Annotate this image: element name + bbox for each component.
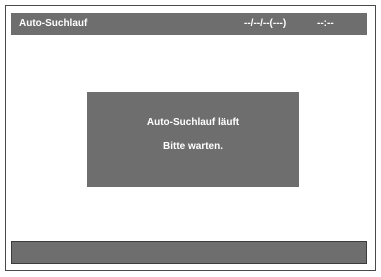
dialog-status-message: Auto-Suchlauf läuft (146, 117, 240, 128)
title-bar: Auto-Suchlauf --/--/--(---) --:-- (11, 13, 367, 35)
dialog-wait-message: Bitte warten. (162, 141, 223, 152)
date-display: --/--/--(---) (244, 18, 287, 29)
time-display: --:-- (317, 18, 334, 29)
screen-title: Auto-Suchlauf (19, 18, 88, 29)
progress-dialog: Auto-Suchlauf läuft Bitte warten. (87, 92, 299, 187)
status-bar (11, 241, 367, 264)
